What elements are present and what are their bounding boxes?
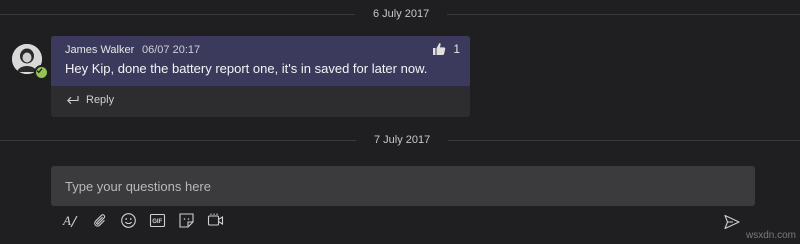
avatar[interactable] xyxy=(12,44,49,80)
thumbs-up-icon xyxy=(433,43,446,55)
svg-text:GIF: GIF xyxy=(152,219,162,225)
reply-label: Reply xyxy=(86,94,115,106)
message-thread: James Walker 06/07 20:17 1 Hey Kip, done… xyxy=(51,36,470,117)
emoji-icon[interactable] xyxy=(120,212,137,229)
message-text: Hey Kip, done the battery report one, it… xyxy=(65,61,428,76)
format-icon[interactable]: A xyxy=(62,212,79,229)
divider-line xyxy=(0,13,355,15)
sticker-icon[interactable] xyxy=(178,212,195,229)
meet-now-icon[interactable] xyxy=(207,212,224,229)
compose-toolbar: A GIF xyxy=(62,212,224,229)
date-divider: 7 July 2017 xyxy=(0,130,800,150)
svg-text:A: A xyxy=(62,213,71,228)
attach-icon[interactable] xyxy=(91,212,108,229)
message-timestamp: 06/07 20:17 xyxy=(142,44,201,56)
send-icon[interactable] xyxy=(723,213,741,231)
gif-icon[interactable]: GIF xyxy=(149,212,166,229)
date-label: 6 July 2017 xyxy=(373,8,430,20)
date-divider: 6 July 2017 xyxy=(0,4,800,24)
date-label: 7 July 2017 xyxy=(374,134,431,146)
like-button[interactable]: 1 xyxy=(432,42,460,56)
presence-available-icon xyxy=(34,65,49,80)
compose-input[interactable] xyxy=(51,166,755,206)
sender-name[interactable]: James Walker xyxy=(65,44,134,56)
divider-line xyxy=(0,139,356,141)
reply-button[interactable]: Reply xyxy=(65,94,114,106)
divider-line xyxy=(447,13,800,15)
watermark: wsxdn.com xyxy=(745,230,796,241)
message-bubble[interactable]: James Walker 06/07 20:17 1 Hey Kip, done… xyxy=(51,36,470,87)
compose-box[interactable] xyxy=(51,166,755,206)
divider-line xyxy=(448,139,800,141)
reply-arrow-icon xyxy=(67,96,79,105)
like-count: 1 xyxy=(453,42,460,56)
